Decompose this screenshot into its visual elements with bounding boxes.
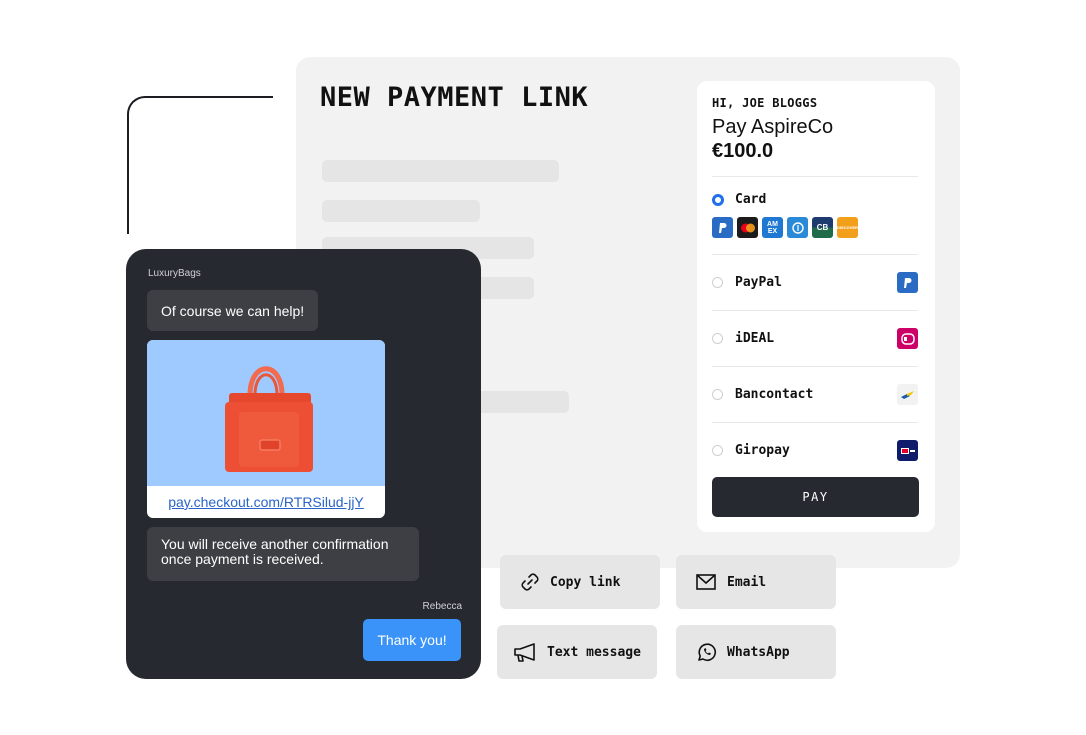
copy-link-button[interactable]: Copy link <box>500 555 660 609</box>
payment-link[interactable]: pay.checkout.com/RTRSilud-jjY <box>147 486 385 518</box>
divider <box>712 422 918 423</box>
paypal-icon <box>712 217 733 238</box>
bancontact-radio[interactable] <box>712 389 723 400</box>
payment-amount: €100.0 <box>712 140 774 162</box>
merchant-confirmation-message: You will receive another confirmation on… <box>147 527 419 581</box>
paypal-option-label: PayPal <box>735 275 782 290</box>
cb-icon: CB <box>812 217 833 238</box>
mastercard-icon <box>737 217 758 238</box>
pay-to-merchant: Pay AspireCo <box>712 116 834 138</box>
pay-button[interactable]: PAY <box>712 477 919 517</box>
giropay-icon <box>897 440 918 461</box>
confirmation-line-2: once payment is received. <box>161 551 324 567</box>
envelope-icon <box>696 574 716 590</box>
skeleton-field-2 <box>322 200 480 222</box>
ideal-option-label: iDEAL <box>735 331 775 346</box>
product-card[interactable]: pay.checkout.com/RTRSilud-jjY <box>147 340 385 518</box>
skeleton-field-1 <box>322 160 559 182</box>
giropay-radio[interactable] <box>712 445 723 456</box>
link-icon <box>521 573 539 591</box>
greeting: HI, JOE BLOGGS <box>712 96 818 110</box>
ideal-icon <box>897 328 918 349</box>
text-message-button[interactable]: Text message <box>497 625 657 679</box>
copy-link-label: Copy link <box>550 574 621 590</box>
divider <box>712 310 918 311</box>
whatsapp-icon <box>698 642 717 661</box>
decorative-corner-line <box>127 96 273 234</box>
merchant-name: LuxuryBags <box>148 268 201 279</box>
divider <box>712 176 918 177</box>
bancontact-option-label: Bancontact <box>735 387 814 402</box>
email-button[interactable]: Email <box>676 555 836 609</box>
merchant-message-text: Of course we can help! <box>161 302 305 319</box>
giropay-option-label: Giropay <box>735 443 790 458</box>
ideal-radio[interactable] <box>712 333 723 344</box>
customer-reply: Thank you! <box>363 619 461 661</box>
megaphone-icon <box>514 643 535 662</box>
card-option-label: Card <box>735 192 767 207</box>
handbag-image <box>225 366 313 472</box>
merchant-message: Of course we can help! <box>147 290 319 331</box>
whatsapp-button[interactable]: WhatsApp <box>676 625 836 679</box>
customer-name: Rebecca <box>422 601 462 612</box>
card-radio[interactable] <box>712 194 724 206</box>
text-message-label: Text message <box>547 644 641 660</box>
email-label: Email <box>727 574 767 590</box>
diners-icon <box>787 217 808 238</box>
confirmation-line-1: You will receive another confirmation <box>161 536 389 552</box>
discover-icon: DISCOVER <box>837 217 858 238</box>
bancontact-icon <box>897 384 918 405</box>
product-image <box>147 340 385 486</box>
amex-icon: AM EX <box>762 217 783 238</box>
page-title: NEW PAYMENT LINK <box>320 82 589 113</box>
divider <box>712 254 918 255</box>
paypal-radio[interactable] <box>712 277 723 288</box>
divider <box>712 366 918 367</box>
whatsapp-label: WhatsApp <box>727 644 790 660</box>
paypal-icon <box>897 272 918 293</box>
customer-reply-text: Thank you! <box>377 632 447 648</box>
